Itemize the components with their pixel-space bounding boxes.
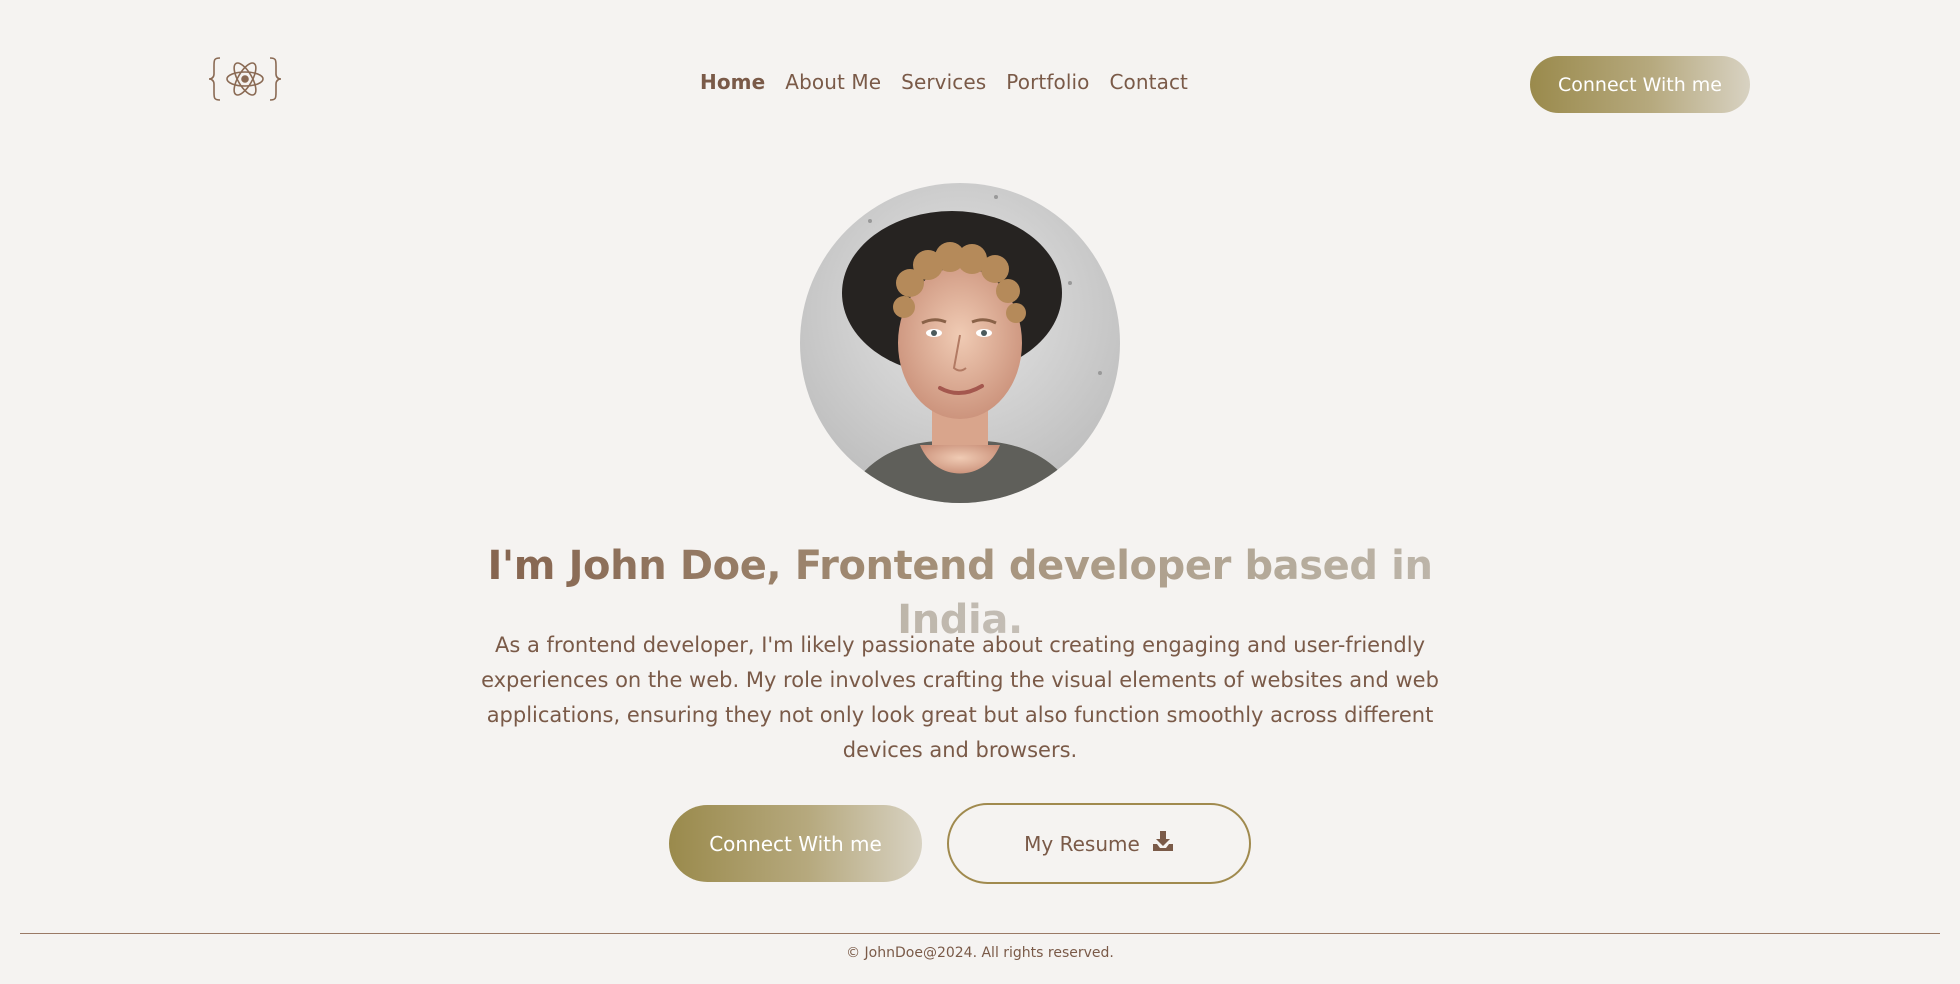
header-connect-button[interactable]: Connect With me [1530, 56, 1750, 113]
nav-about-me[interactable]: About Me [785, 70, 881, 94]
nav-contact[interactable]: Contact [1109, 70, 1188, 94]
nav-home[interactable]: Home [700, 70, 765, 94]
nav-services[interactable]: Services [901, 70, 986, 94]
resume-button[interactable]: My Resume [947, 803, 1251, 884]
react-logo-icon[interactable] [208, 56, 282, 102]
main-nav: Home About Me Services Portfolio Contact [700, 70, 1188, 94]
hero-connect-button[interactable]: Connect With me [669, 805, 922, 882]
site-header: Home About Me Services Portfolio Contact… [0, 0, 1960, 170]
profile-photo [800, 183, 1120, 503]
resume-button-label: My Resume [1024, 831, 1140, 856]
footer-copyright: © JohnDoe@2024. All rights reserved. [846, 945, 1114, 961]
hero-bio: As a frontend developer, I'm likely pass… [481, 633, 1439, 762]
nav-portfolio[interactable]: Portfolio [1006, 70, 1089, 94]
footer-divider [20, 933, 1940, 934]
download-icon [1152, 830, 1174, 857]
